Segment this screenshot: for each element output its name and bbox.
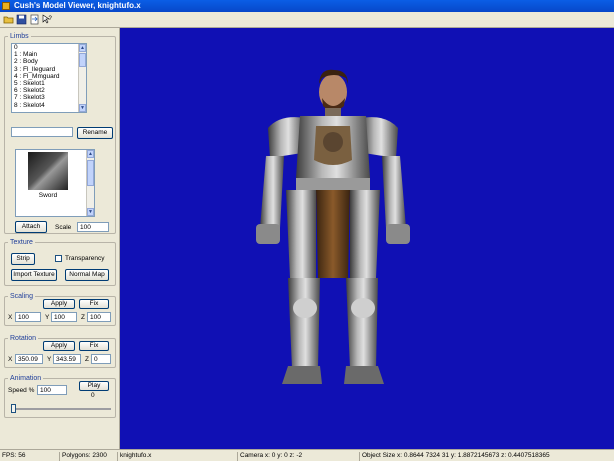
animation-title: Animation xyxy=(8,374,44,383)
scaling-y-input[interactable]: 100 xyxy=(51,312,77,322)
object-size: Object Size x: 0.8644 7324 31 y: 1.88721… xyxy=(362,452,550,459)
open-icon[interactable] xyxy=(3,14,14,25)
list-item[interactable]: 6 : Skelot2 xyxy=(12,87,86,94)
preview-label: Sword xyxy=(38,192,58,199)
limbs-list[interactable]: 0 1 : Main 2 : Body 3 : Fl_lleguard 4 : … xyxy=(11,43,87,113)
scroll-down-icon[interactable]: ▼ xyxy=(87,208,94,216)
scaling-y-label: Y xyxy=(45,314,50,321)
scale-label: Scale xyxy=(55,224,72,231)
list-item[interactable]: 0 xyxy=(12,44,86,51)
scaling-apply-button[interactable]: Apply xyxy=(43,299,75,309)
rotation-y-label: Y xyxy=(47,356,52,363)
scaling-x-input[interactable]: 100 xyxy=(15,312,41,322)
scale-input[interactable]: 100 xyxy=(77,222,109,232)
export-icon[interactable] xyxy=(29,14,40,25)
strip-button[interactable]: Strip xyxy=(11,253,35,265)
speed-input[interactable]: 100 xyxy=(37,385,67,395)
scroll-up-icon[interactable]: ▲ xyxy=(87,150,94,158)
knight-model-render xyxy=(256,69,410,384)
list-item[interactable]: 7 : Skelot3 xyxy=(12,94,86,101)
sword-thumbnail xyxy=(28,152,68,190)
animation-slider-thumb[interactable] xyxy=(11,404,16,413)
list-item[interactable]: 3 : Fl_lleguard xyxy=(12,66,86,73)
floppy-icon xyxy=(16,14,27,25)
list-item[interactable]: 1 : Main xyxy=(12,51,86,58)
texture-title: Texture xyxy=(8,238,35,247)
save-icon[interactable] xyxy=(16,14,27,25)
document-export-icon xyxy=(30,14,39,25)
limbs-group: Limbs 0 1 : Main 2 : Body 3 : Fl_lleguar… xyxy=(4,32,116,234)
animation-slider-track[interactable] xyxy=(11,408,111,410)
app-icon xyxy=(2,2,10,10)
speed-label: Speed % xyxy=(8,387,35,394)
scroll-up-icon[interactable]: ▲ xyxy=(79,44,86,52)
status-bar: FPS: 56 Polygons: 2300 knightufo.x Camer… xyxy=(0,449,614,461)
scaling-x-label: X xyxy=(8,314,13,321)
3d-viewport[interactable] xyxy=(120,28,614,449)
rotation-y-input[interactable]: 343.59 xyxy=(53,354,81,364)
limbs-scrollbar[interactable]: ▲ ▼ xyxy=(78,44,86,112)
scroll-thumb[interactable] xyxy=(87,160,94,186)
frame-value: 0 xyxy=(91,392,95,399)
svg-text:?: ? xyxy=(49,16,53,22)
list-item[interactable]: 2 : Body xyxy=(12,58,86,65)
window-title: Cush's Model Viewer, knightufo.x xyxy=(14,1,141,10)
scaling-z-input[interactable]: 100 xyxy=(87,312,111,322)
list-item[interactable]: 8 : Skelot4 xyxy=(12,102,86,109)
list-item[interactable]: 5 : Skelot1 xyxy=(12,80,86,87)
rotation-z-input[interactable]: 0 xyxy=(91,354,111,364)
rotation-apply-button[interactable]: Apply xyxy=(43,341,75,351)
transparency-checkbox[interactable] xyxy=(55,255,62,262)
camera-position: Camera x: 0 y: 0 z: -2 xyxy=(240,452,360,461)
rotation-fix-button[interactable]: Fix xyxy=(79,341,109,351)
transparency-label: Transparency xyxy=(65,255,105,262)
import-texture-button[interactable]: Import Texture xyxy=(11,269,57,281)
texture-preview: Sword ▲ ▼ xyxy=(15,149,95,217)
scroll-thumb[interactable] xyxy=(79,53,86,67)
rotation-x-input[interactable]: 350.09 xyxy=(15,354,43,364)
scaling-z-label: Z xyxy=(81,314,85,321)
animation-group: Animation Speed % 100 Play 0 xyxy=(4,374,116,418)
scaling-fix-button[interactable]: Fix xyxy=(79,299,109,309)
scaling-group: Scaling Apply Fix X 100 Y 100 Z 100 xyxy=(4,292,116,326)
preview-scrollbar[interactable]: ▲ ▼ xyxy=(86,150,94,216)
normal-map-button[interactable]: Normal Map xyxy=(65,269,109,281)
rotation-group: Rotation Apply Fix X 350.09 Y 343.59 Z 0 xyxy=(4,334,116,368)
rename-input[interactable] xyxy=(11,127,73,137)
rotation-z-label: Z xyxy=(85,356,89,363)
texture-group: Texture Strip Transparency Import Textur… xyxy=(4,238,116,286)
help-pointer-icon: ? xyxy=(42,14,53,24)
play-button[interactable]: Play xyxy=(79,381,109,391)
title-bar: Cush's Model Viewer, knightufo.x xyxy=(0,0,614,12)
polygon-count: Polygons: 2300 xyxy=(62,452,118,461)
scaling-title: Scaling xyxy=(8,292,35,301)
limbs-title: Limbs xyxy=(8,32,31,41)
open-folder-icon xyxy=(3,16,14,24)
file-name: knightufo.x xyxy=(120,452,238,461)
rotation-title: Rotation xyxy=(8,334,39,343)
fps-readout: FPS: 56 xyxy=(2,452,60,461)
rotation-x-label: X xyxy=(8,356,13,363)
rename-button[interactable]: Rename xyxy=(77,127,113,139)
scroll-down-icon[interactable]: ▼ xyxy=(79,104,86,112)
list-item[interactable]: 4 : Fl_Mmguard xyxy=(12,73,86,80)
help-icon[interactable]: ? xyxy=(42,14,53,25)
toolbar: ? xyxy=(0,12,614,28)
control-panel: Limbs 0 1 : Main 2 : Body 3 : Fl_lleguar… xyxy=(0,28,120,449)
attach-button[interactable]: Attach xyxy=(15,221,47,233)
